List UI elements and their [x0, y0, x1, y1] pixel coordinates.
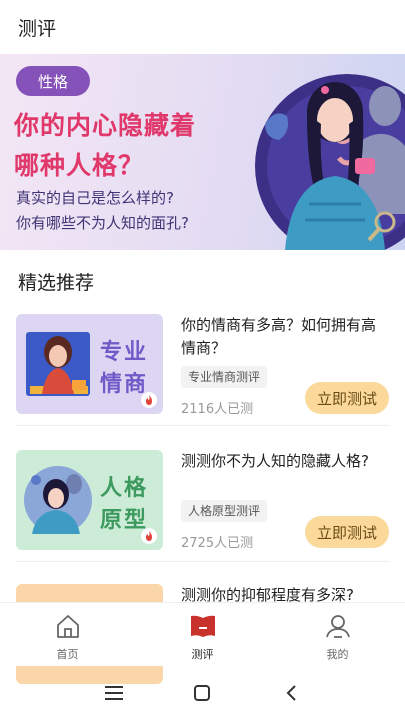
start-test-button[interactable]: 立即测试 — [305, 382, 389, 414]
card-thumb-word-2: 原型 — [100, 508, 149, 533]
hot-flame-icon — [141, 528, 157, 544]
start-test-button[interactable]: 立即测试 — [305, 516, 389, 548]
menu-icon[interactable] — [94, 673, 134, 713]
card-divider — [16, 425, 389, 426]
banner-headline-line1: 你的内心隐藏着 — [14, 111, 197, 140]
test-card-archetype[interactable]: 人格 原型 测测你不为人知的隐藏人格? 人格原型测评 2725人已测 立即测试 — [16, 450, 389, 562]
card-thumb-word-2: 情商 — [100, 372, 149, 397]
banner-illustration — [255, 74, 405, 250]
tab-label: 我的 — [326, 648, 349, 661]
home-square-icon[interactable] — [182, 673, 222, 713]
tab-profile[interactable]: 我的 — [270, 603, 405, 666]
assessment-page: 测评 性格 你的内心隐藏着 哪种人格？ 真实的自己是怎么样的? 你有哪些不为人知… — [0, 0, 405, 720]
tab-label: 首页 — [56, 648, 79, 661]
back-icon[interactable] — [271, 673, 311, 713]
profile-icon — [324, 612, 352, 640]
page-header: 测评 — [0, 0, 405, 54]
card-thumbnail: 专业 情商 — [16, 314, 163, 414]
banner-subline-2: 你有哪些不为人知的面孔? — [16, 214, 189, 232]
card-question: 测测你不为人知的隐藏人格? — [181, 452, 369, 470]
page-title: 测评 — [18, 17, 57, 40]
card-category-tag: 人格原型测评 — [181, 500, 268, 522]
card-divider — [16, 561, 389, 562]
test-book-icon — [189, 612, 217, 640]
banner-category-tag: 性格 — [16, 66, 90, 96]
card-question: 你的情商有多高？如何拥有高情商？ — [181, 316, 377, 357]
tab-label: 测评 — [191, 648, 214, 661]
bottom-tab-bar: 首页 测评 我的 — [0, 602, 405, 666]
card-participant-count: 2725人已测 — [181, 536, 254, 551]
card-thumbnail: 人格 原型 — [16, 450, 163, 550]
card-participant-count: 2116人已测 — [181, 402, 254, 417]
tab-home[interactable]: 首页 — [0, 603, 135, 666]
system-nav-bar — [0, 666, 405, 720]
test-card-eq[interactable]: 专业 情商 你的情商有多高？如何拥有高情商？ 专业情商测评 2116人已测 立即… — [16, 314, 389, 426]
featured-section-title: 精选推荐 — [18, 272, 95, 294]
card-category-tag: 专业情商测评 — [181, 366, 268, 388]
hot-flame-icon — [141, 392, 157, 408]
home-icon — [54, 612, 82, 640]
banner-subline-1: 真实的自己是怎么样的? — [16, 189, 174, 207]
personality-banner[interactable]: 性格 你的内心隐藏着 哪种人格？ 真实的自己是怎么样的? 你有哪些不为人知的面孔… — [0, 54, 405, 250]
banner-headline-line2: 哪种人格？ — [14, 151, 145, 180]
card-thumb-word-1: 专业 — [100, 340, 149, 365]
card-thumb-word-1: 人格 — [100, 476, 149, 501]
tab-assessment[interactable]: 测评 — [135, 603, 270, 666]
